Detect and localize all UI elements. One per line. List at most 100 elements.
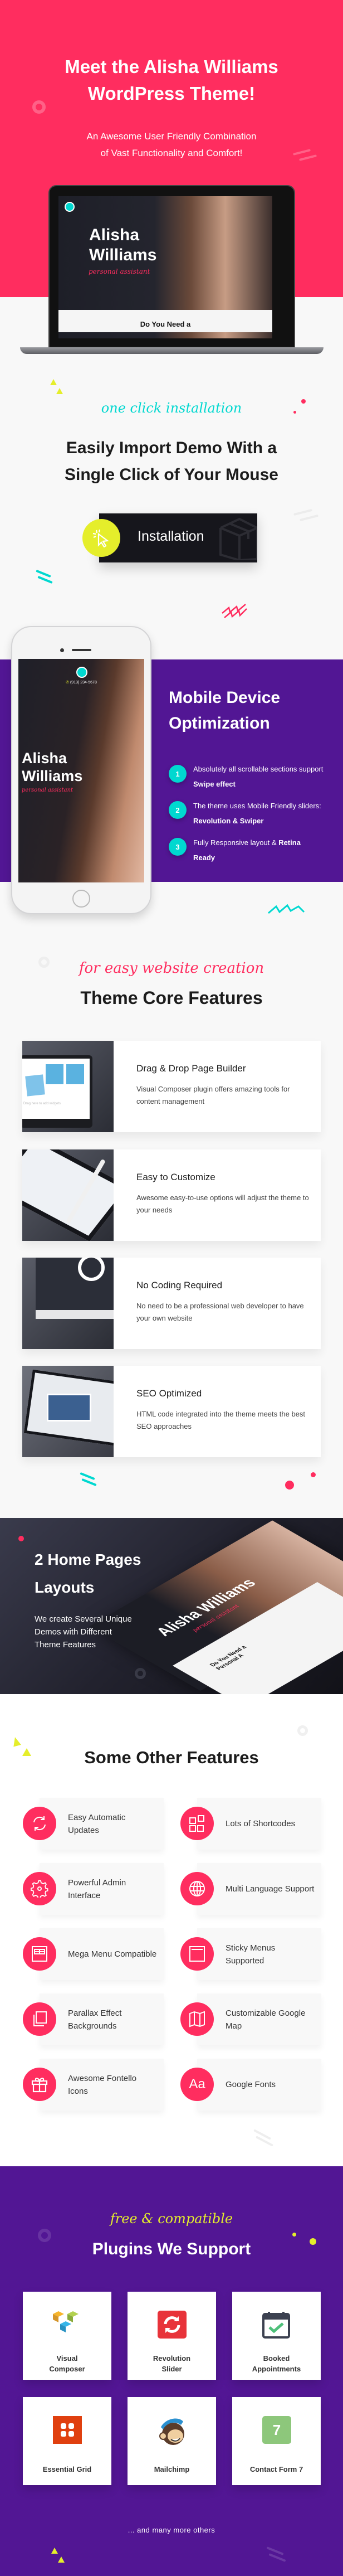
plugin-label: Mailchimp xyxy=(154,2465,190,2473)
contact-form-7-logo: 7 xyxy=(262,2416,291,2444)
install-title-line: Easily Import Demo With a xyxy=(66,439,277,457)
feature-tile-label: Parallax Effect Backgrounds xyxy=(68,2008,122,2031)
screen-tagline: personal assistant xyxy=(89,268,150,275)
plugin-label: Essential Grid xyxy=(42,2465,92,2473)
mobile-feature-text: Fully Responsive layout & Retina Ready xyxy=(193,835,305,865)
feature-card: No Coding Required No need to be a profe… xyxy=(22,1258,321,1349)
phone-tagline: personal assistant xyxy=(22,787,74,793)
plugin-card: Mailchimp xyxy=(128,2397,216,2485)
widget-tile xyxy=(66,1064,84,1084)
visual-composer-logo xyxy=(53,2311,82,2339)
mobile-title-line: Optimization xyxy=(169,714,270,732)
installation-button-label: Installation xyxy=(138,528,204,544)
phone-number: ✆ (913) 234-5678 xyxy=(18,680,144,685)
feature-tile-label: Lots of Shortcodes xyxy=(226,1819,296,1828)
decorative-dot xyxy=(311,1472,316,1477)
shortcodes-icon xyxy=(180,1807,214,1840)
font-icon: Aa xyxy=(180,2068,214,2101)
decorative-triangle xyxy=(56,388,63,394)
phone-hero-name: Alisha Williams xyxy=(22,749,82,785)
plugins-footer-text: ... and many more others xyxy=(128,2526,215,2534)
step-badge: 2 xyxy=(169,801,187,819)
feature-title: Drag & Drop Page Builder xyxy=(136,1063,246,1074)
seo-chart xyxy=(47,1394,91,1422)
mockup-bar-text: Do You Need a Personal A xyxy=(208,1644,248,1671)
decorative-dash xyxy=(268,2553,286,2562)
decorative-dot xyxy=(285,1481,294,1490)
feature-text: Fully Responsive layout & xyxy=(193,838,279,847)
core-title: Theme Core Features xyxy=(80,988,263,1008)
install-script-heading: one click installation xyxy=(101,400,242,416)
revolution-slider-logo xyxy=(158,2311,187,2339)
phone-name-line: Williams xyxy=(22,768,83,784)
drop-zone-text: Drag here to add widgets xyxy=(23,1102,61,1105)
widget-tile xyxy=(25,1074,45,1097)
feature-highlight: Swipe effect xyxy=(193,780,236,788)
feature-tile-label: Powerful Admin Interface xyxy=(68,1878,126,1900)
plugin-label: Revolution Slider xyxy=(153,2354,191,2373)
plugins-title: Plugins We Support xyxy=(92,2240,251,2258)
decorative-dot xyxy=(18,1536,24,1541)
description-line: Theme Features xyxy=(35,1640,96,1650)
no-coding-monitor-image xyxy=(22,1258,114,1349)
feature-tile: Lots of Shortcodes xyxy=(180,1798,321,1850)
screen-hero-name: Alisha Williams xyxy=(89,225,156,265)
phone-icon: ✆ xyxy=(66,681,70,685)
step-badge: 3 xyxy=(169,838,187,856)
install-section: one click installation Easily Import Dem… xyxy=(0,297,343,659)
feature-tile: Powerful Admin Interface xyxy=(23,1863,164,1915)
install-title-line: Single Click of Your Mouse xyxy=(65,465,278,484)
mobile-title: Mobile Device Optimization xyxy=(169,685,280,736)
feature-tile-label: Multi Language Support xyxy=(226,1884,315,1894)
mailchimp-logo xyxy=(158,2416,187,2445)
feature-title: SEO Optimized xyxy=(136,1388,202,1399)
box-icon xyxy=(219,517,257,560)
layouts-title-line: Layouts xyxy=(35,1579,95,1596)
other-features-title: Some Other Features xyxy=(84,1748,259,1767)
feature-highlight: Revolution & Swiper xyxy=(193,817,264,825)
feature-tile: Customizable Google Map xyxy=(180,1993,321,2045)
site-logo xyxy=(65,202,75,212)
hero-title-line: WordPress Theme! xyxy=(87,83,256,104)
description-line: We create Several Unique xyxy=(35,1614,132,1624)
decorative-ring xyxy=(297,1725,308,1736)
cursor-click-icon[interactable] xyxy=(82,519,120,557)
plugin-card: Booked Appointments xyxy=(232,2292,321,2380)
layers-icon xyxy=(23,2002,56,2036)
feature-title: Easy to Customize xyxy=(136,1172,215,1182)
feature-tile: Easy Automatic Updates xyxy=(23,1798,164,1850)
site-logo xyxy=(76,667,87,678)
plugin-label: Booked Appointments xyxy=(252,2354,301,2373)
laptop-display: Drag here to add widgets xyxy=(22,1059,90,1119)
phone-camera xyxy=(60,648,64,652)
feature-title: No Coding Required xyxy=(136,1280,223,1291)
zigzag-decoration xyxy=(222,604,247,618)
feature-tile-label: Easy Automatic Updates xyxy=(68,1812,126,1835)
layouts-description: We create Several Unique Demos with Diff… xyxy=(35,1613,132,1651)
feature-description: Visual Composer plugin offers amazing to… xyxy=(136,1085,290,1105)
page-builder-image: Drag here to add widgets xyxy=(22,1041,114,1132)
feature-text: The theme uses Mobile Friendly sliders: xyxy=(193,802,321,810)
map-icon xyxy=(180,2002,214,2036)
mobile-title-line: Mobile Device xyxy=(169,688,281,707)
decorative-triangle xyxy=(50,379,57,385)
feature-tile-label: Google Fonts xyxy=(226,2080,276,2089)
hero-subtitle-line: An Awesome User Friendly Combination xyxy=(86,131,257,142)
hero-subtitle-line: of Vast Functionality and Comfort! xyxy=(100,148,243,158)
decorative-dash xyxy=(293,508,312,516)
feature-description: No need to be a professional web develop… xyxy=(136,1302,304,1322)
sticky-menu-icon xyxy=(180,1937,214,1971)
widget-tile xyxy=(46,1064,63,1084)
installation-button[interactable]: Installation xyxy=(99,513,257,562)
decorative-ring xyxy=(135,1668,146,1679)
feature-card: Easy to Customize Awesome easy-to-use op… xyxy=(22,1149,321,1241)
seo-tablet-image xyxy=(22,1366,114,1457)
install-title: Easily Import Demo With a Single Click o… xyxy=(0,435,343,488)
decorative-triangle xyxy=(11,1736,21,1747)
customize-tablet-image xyxy=(22,1149,114,1241)
landing-page: Meet the Alisha Williams WordPress Theme… xyxy=(0,0,343,2576)
essential-grid-logo xyxy=(53,2416,82,2444)
gift-icon xyxy=(23,2068,56,2101)
feature-tile-label: Awesome Fontello Icons xyxy=(68,2073,137,2096)
feature-tile: Sticky Menus Supported xyxy=(180,1928,321,1980)
